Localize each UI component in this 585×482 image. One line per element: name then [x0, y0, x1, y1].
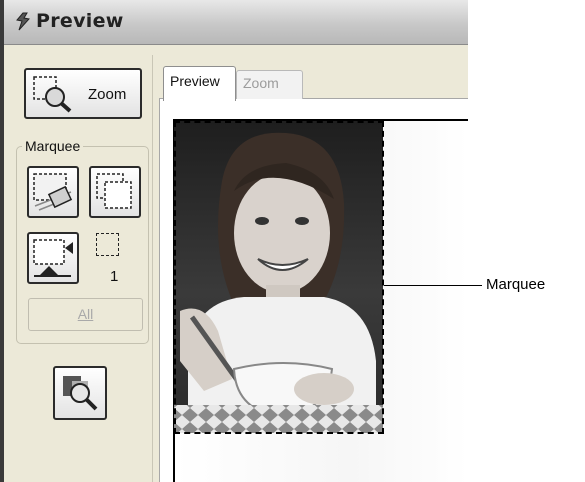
magnifier-icon — [63, 376, 98, 411]
scanner-app-icon — [16, 12, 30, 31]
sidebar-divider — [152, 55, 153, 482]
auto-locate-button[interactable] — [27, 232, 79, 284]
tab-preview[interactable]: Preview — [163, 66, 236, 101]
copy-marquee-icon — [96, 173, 132, 209]
tab-zoom[interactable]: Zoom — [236, 70, 303, 99]
copy-marquee-button[interactable] — [89, 166, 141, 218]
create-marquee-button[interactable] — [27, 166, 79, 218]
callout-label: Marquee — [486, 276, 546, 293]
marquee-group-label: Marquee — [22, 138, 84, 154]
zoom-button[interactable]: Zoom — [24, 68, 142, 119]
window-title: Preview — [36, 10, 124, 32]
callout-line — [384, 285, 482, 286]
title-bar[interactable]: Preview — [4, 0, 468, 45]
zoom-button-label: Zoom — [88, 86, 127, 103]
marquee-selection[interactable] — [174, 121, 384, 434]
create-marquee-icon — [33, 173, 73, 211]
image-adjust-button[interactable] — [53, 366, 107, 420]
auto-locate-icon — [33, 239, 73, 277]
all-button[interactable]: All — [28, 298, 143, 331]
marquee-count-icon — [96, 233, 119, 256]
zoom-magnifier-icon — [33, 76, 72, 113]
marquee-count: 1 — [110, 268, 119, 285]
